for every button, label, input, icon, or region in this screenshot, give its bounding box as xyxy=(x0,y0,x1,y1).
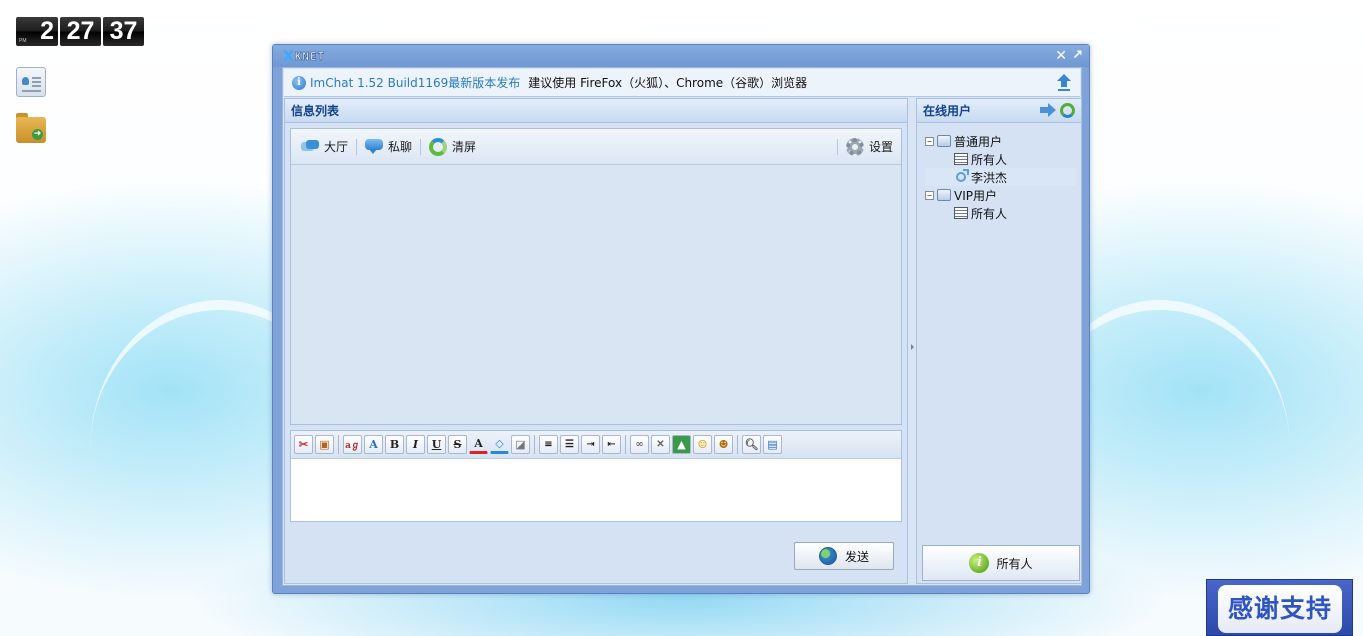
clear-screen-button[interactable]: 清屏 xyxy=(425,136,480,158)
cut-icon[interactable]: ✂ xyxy=(294,435,313,454)
thanks-banner[interactable]: 感谢支持 xyxy=(1206,579,1353,636)
arrow-right-icon: ➜ xyxy=(32,129,43,140)
align-left-icon[interactable]: ≡ xyxy=(539,435,558,454)
paste-icon[interactable]: ▣ xyxy=(315,435,334,454)
hall-button[interactable]: 大厅 xyxy=(297,136,352,158)
toolbar-divider xyxy=(356,138,358,155)
user-group-icon xyxy=(937,135,951,147)
hall-chat-icon xyxy=(301,139,319,154)
message-toolbar: 大厅 私聊 清屏 设置 xyxy=(291,129,901,165)
clock-second: 37 xyxy=(103,17,144,46)
unlink-icon[interactable]: ✕ xyxy=(651,435,670,454)
message-list[interactable]: 大厅 私聊 清屏 设置 xyxy=(290,128,902,425)
preview-icon[interactable]: 🔍︎ xyxy=(742,435,761,454)
hall-label: 大厅 xyxy=(324,140,349,154)
send-label: 发送 xyxy=(844,549,869,564)
spellcheck-icon[interactable]: aℊ xyxy=(343,435,362,454)
globe-icon xyxy=(818,547,837,565)
toolbar-divider xyxy=(836,138,838,155)
underline-icon[interactable]: U xyxy=(427,435,446,454)
message-input[interactable] xyxy=(291,460,901,521)
app-logo: X KNET xyxy=(283,48,326,65)
speech-bubble-icon xyxy=(365,139,384,154)
font-color-icon[interactable]: A xyxy=(469,435,488,454)
online-users-panel: 在线用户 − 普通用户 所有人 李洪杰 − VIP用户 所有人 i 所有人 xyxy=(916,98,1082,584)
source-icon[interactable]: ▤ xyxy=(763,435,782,454)
private-chat-button[interactable]: 私聊 xyxy=(361,136,416,158)
chat-target-label: 所有人 xyxy=(996,556,1033,571)
tree-group-regular-users[interactable]: − 普通用户 xyxy=(925,132,1077,150)
tree-group-vip-users[interactable]: − VIP用户 xyxy=(925,186,1077,204)
link-icon[interactable]: ∞ xyxy=(630,435,649,454)
browser-recommendation: 建议使用 FireFox（火狐）、Chrome（谷歌）浏览器 xyxy=(528,76,808,90)
chat-target-button[interactable]: i 所有人 xyxy=(922,545,1080,581)
tree-item-user[interactable]: 李洪杰 xyxy=(925,168,1077,186)
send-button[interactable]: 发送 xyxy=(794,542,894,570)
window-titlebar[interactable]: X KNET ✕ ↗ xyxy=(273,45,1089,67)
message-panel-title: 信息列表 xyxy=(285,99,907,123)
refresh-icon xyxy=(429,137,448,156)
clock-minute: 27 xyxy=(60,17,101,46)
app-logo-text: KNET xyxy=(294,50,326,64)
highlight-icon[interactable]: ◇ xyxy=(490,435,509,454)
release-link[interactable]: ImChat 1.52 Build1169最新版本发布 xyxy=(310,74,520,91)
list-icon xyxy=(954,207,968,219)
panel-splitter[interactable] xyxy=(910,98,915,584)
desktop-clock: PM 2 27 37 xyxy=(16,17,144,46)
clear-screen-label: 清屏 xyxy=(452,140,477,154)
settings-label: 设置 xyxy=(868,140,893,154)
contact-card-icon[interactable] xyxy=(16,67,46,97)
close-button[interactable]: ✕ xyxy=(1055,47,1067,65)
image-icon[interactable]: ▲ xyxy=(672,435,691,454)
tree-item-everyone[interactable]: 所有人 xyxy=(925,150,1077,168)
users-panel-actions xyxy=(1040,103,1075,118)
info-icon: i xyxy=(969,553,990,573)
settings-button[interactable]: 设置 xyxy=(842,136,897,158)
bulleted-list-icon[interactable]: ☰ xyxy=(560,435,579,454)
clock-hour: PM 2 xyxy=(16,17,58,46)
italic-icon[interactable]: I xyxy=(406,435,425,454)
forward-arrow-icon[interactable] xyxy=(1040,103,1056,117)
editor-toolbar: ✂ ▣ aℊ A B I U S A ◇ ◪ ≡ ☰ ⇥ ⇤ ∞ ✕ ▲ ☺ ☻… xyxy=(291,431,901,459)
notice-bar: i ImChat 1.52 Build1169最新版本发布 建议使用 FireF… xyxy=(284,69,1080,97)
maximize-button[interactable]: ↗ xyxy=(1072,47,1083,65)
clock-ampm: PM xyxy=(19,38,27,44)
clock-hour-value: 2 xyxy=(40,17,54,45)
chat-window: X KNET ✕ ↗ i ImChat 1.52 Build1169最新版本发布… xyxy=(272,44,1090,594)
gear-icon xyxy=(845,137,864,156)
font-icon[interactable]: A xyxy=(364,435,383,454)
private-chat-label: 私聊 xyxy=(388,140,413,154)
window-body: i ImChat 1.52 Build1169最新版本发布 建议使用 FireF… xyxy=(282,67,1082,586)
emoticon-icon[interactable]: ☻ xyxy=(714,435,733,454)
tree-item-everyone-vip[interactable]: 所有人 xyxy=(925,204,1077,222)
refresh-users-icon[interactable] xyxy=(1060,103,1075,118)
collapse-icon[interactable]: − xyxy=(925,190,934,200)
user-tree: − 普通用户 所有人 李洪杰 − VIP用户 所有人 xyxy=(925,132,1077,222)
info-icon: i xyxy=(292,75,306,90)
user-group-icon xyxy=(937,189,951,201)
toolbar-divider xyxy=(420,138,422,155)
list-icon xyxy=(954,153,968,165)
male-user-icon xyxy=(956,169,969,182)
collapse-icon[interactable]: − xyxy=(925,136,934,146)
smiley-icon[interactable]: ☺ xyxy=(693,435,712,454)
thanks-text: 感谢支持 xyxy=(1218,585,1342,633)
message-editor: ✂ ▣ aℊ A B I U S A ◇ ◪ ≡ ☰ ⇥ ⇤ ∞ ✕ ▲ ☺ ☻… xyxy=(290,430,902,522)
indent-icon[interactable]: ⇥ xyxy=(581,435,600,454)
scroll-top-icon[interactable] xyxy=(1057,74,1071,92)
bold-icon[interactable]: B xyxy=(385,435,404,454)
eraser-icon[interactable]: ◪ xyxy=(511,435,530,454)
strikethrough-icon[interactable]: S xyxy=(448,435,467,454)
folder-icon[interactable]: ➜ xyxy=(16,113,46,143)
message-panel: 信息列表 大厅 私聊 清屏 设置 ✂ ▣ aℊ A B I U S A ◇ ◪ … xyxy=(284,98,908,584)
outdent-icon[interactable]: ⇤ xyxy=(602,435,621,454)
